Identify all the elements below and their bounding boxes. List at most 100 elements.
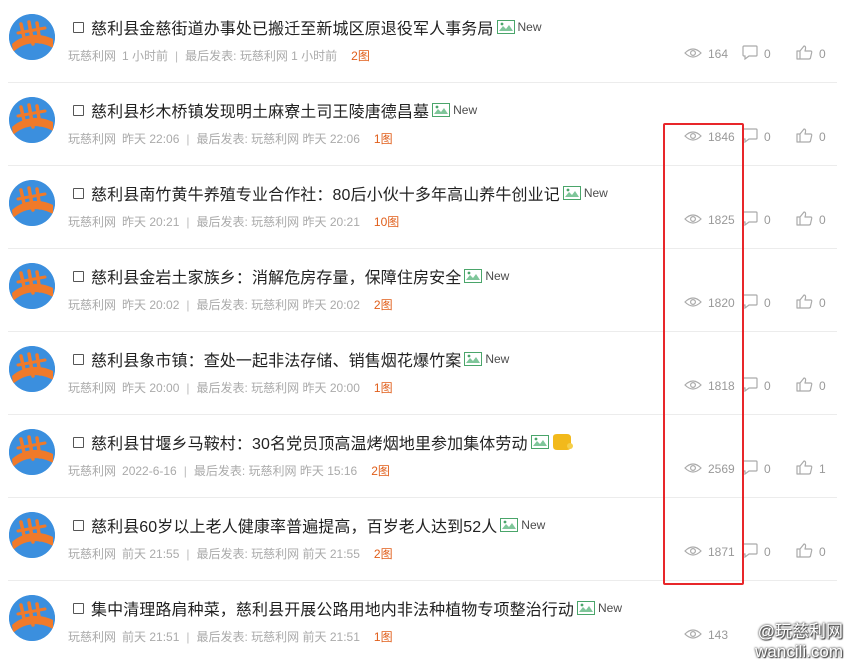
avatar[interactable] xyxy=(9,97,55,143)
image-icon xyxy=(500,518,519,532)
avatar[interactable] xyxy=(9,512,55,558)
view-count: 1871 xyxy=(708,545,735,559)
new-badge: New xyxy=(583,186,608,200)
comment-icon[interactable] xyxy=(742,460,764,478)
avatar[interactable] xyxy=(9,263,55,309)
reply-count: 0 xyxy=(764,130,771,144)
last-post[interactable]: 最后发表: 玩慈利网 昨天 20:21 xyxy=(197,213,360,230)
thread-time: 前天 21:51 xyxy=(122,630,180,644)
thread-title[interactable]: 慈利县象市镇：查处一起非法存储、销售烟花爆竹案 xyxy=(91,347,461,371)
avatar[interactable] xyxy=(9,429,55,475)
thread-list: 慈利县金慈街道办事处已搬迁至新城区原退役军人事务局 New 玩慈利网 1 小时前 | 最后… xyxy=(0,0,849,664)
avatar[interactable] xyxy=(9,346,55,392)
thread-time: 1 小时前 xyxy=(122,49,169,63)
picture-count: 2图 xyxy=(371,464,390,478)
comment-icon[interactable] xyxy=(742,211,764,229)
thumbs-up-icon[interactable] xyxy=(796,211,819,229)
thread-time: 昨天 20:21 xyxy=(122,215,180,229)
image-icon xyxy=(464,352,483,366)
thread-author[interactable]: 玩慈利网 xyxy=(68,47,116,64)
avatar[interactable] xyxy=(9,595,55,641)
thread-stats: 1818 0 0 xyxy=(684,377,826,395)
comment-icon[interactable] xyxy=(742,377,764,395)
picture-count: 2图 xyxy=(351,49,370,63)
eye-icon xyxy=(684,462,708,477)
thread-stats: 2569 0 1 xyxy=(684,460,826,478)
thumbs-up-icon[interactable] xyxy=(796,460,819,478)
thumbs-up-icon[interactable] xyxy=(796,543,819,561)
last-post[interactable]: 最后发表: 玩慈利网 前天 21:51 xyxy=(197,628,360,645)
eye-icon xyxy=(684,296,708,311)
thread-title[interactable]: 慈利县甘堰乡马鞍村：30名党员顶高温烤烟地里参加集体劳动 xyxy=(91,430,528,454)
picture-count: 1图 xyxy=(373,381,393,395)
thread-author[interactable]: 玩慈利网 xyxy=(68,213,116,230)
last-post[interactable]: 最后发表: 玩慈利网 前天 21:55 xyxy=(197,545,360,562)
new-badge: New xyxy=(598,601,623,615)
digest-badge-icon xyxy=(551,433,573,451)
thread-title[interactable]: 慈利县60岁以上老人健康率普遍提高，百岁老人达到52人 xyxy=(91,513,497,537)
image-icon xyxy=(432,103,451,117)
thread-time: 前天 21:55 xyxy=(122,547,180,561)
thread-title[interactable]: 慈利县杉木桥镇发现明土麻寮土司王陵唐德昌墓 xyxy=(91,98,429,122)
thread-row: 慈利县60岁以上老人健康率普遍提高，百岁老人达到52人 New 玩慈利网 前天 21:… xyxy=(0,498,849,581)
select-checkbox[interactable] xyxy=(73,436,84,448)
view-count: 143 xyxy=(708,628,729,642)
eye-icon xyxy=(684,213,708,228)
thumbs-up-icon[interactable] xyxy=(796,128,819,146)
thread-title[interactable]: 慈利县金岩土家族乡：消解危房存量，保障住房安全 xyxy=(91,264,461,288)
thread-row: 集中清理路肩种菜，慈利县开展公路用地内非法种植物专项整治行动 New 玩慈利网 前天 … xyxy=(0,581,849,664)
last-post[interactable]: 最后发表: 玩慈利网 1 小时前 xyxy=(185,47,337,64)
meta-divider: | xyxy=(186,131,190,146)
thread-author[interactable]: 玩慈利网 xyxy=(68,379,116,396)
thumbs-up-icon[interactable] xyxy=(796,45,819,63)
thumbs-up-icon[interactable] xyxy=(796,377,819,395)
comment-icon[interactable] xyxy=(742,294,764,312)
thread-stats: 1825 0 0 xyxy=(684,211,826,229)
watermark: @玩慈利网 wancili.com xyxy=(755,622,843,662)
meta-divider: | xyxy=(186,380,190,395)
thread-author[interactable]: 玩慈利网 xyxy=(68,462,116,479)
thread-author[interactable]: 玩慈利网 xyxy=(68,296,116,313)
last-post[interactable]: 最后发表: 玩慈利网 昨天 15:16 xyxy=(194,462,357,479)
thread-title[interactable]: 集中清理路肩种菜，慈利县开展公路用地内非法种植物专项整治行动 xyxy=(91,596,574,620)
thread-author[interactable]: 玩慈利网 xyxy=(68,545,116,562)
thumbs-up-icon[interactable] xyxy=(796,294,819,312)
image-icon xyxy=(496,20,515,34)
reply-count: 0 xyxy=(764,545,771,559)
view-count: 1825 xyxy=(708,213,735,227)
select-checkbox[interactable] xyxy=(73,519,84,531)
comment-icon[interactable] xyxy=(742,45,764,63)
thread-row: 慈利县南竹黄牛养殖专业合作社：80后小伙十多年高山养牛创业记 New 玩慈利网 昨天 … xyxy=(0,166,849,249)
like-count: 0 xyxy=(819,545,826,559)
new-badge: New xyxy=(521,518,546,532)
select-checkbox[interactable] xyxy=(73,602,84,614)
eye-icon xyxy=(684,628,708,643)
like-count: 0 xyxy=(819,296,826,310)
meta-divider: | xyxy=(175,48,179,63)
thread-author[interactable]: 玩慈利网 xyxy=(68,628,116,645)
last-post[interactable]: 最后发表: 玩慈利网 昨天 20:00 xyxy=(197,379,360,396)
avatar[interactable] xyxy=(9,14,55,60)
thread-title[interactable]: 慈利县金慈街道办事处已搬迁至新城区原退役军人事务局 xyxy=(91,15,494,39)
image-icon xyxy=(530,435,549,449)
comment-icon[interactable] xyxy=(742,543,764,561)
select-checkbox[interactable] xyxy=(73,187,84,199)
select-checkbox[interactable] xyxy=(73,21,84,33)
eye-icon xyxy=(684,47,708,62)
last-post[interactable]: 最后发表: 玩慈利网 昨天 22:06 xyxy=(197,130,360,147)
watermark-domain: wancili.com xyxy=(755,642,843,661)
select-checkbox[interactable] xyxy=(73,353,84,365)
comment-icon[interactable] xyxy=(742,128,764,146)
thread-title[interactable]: 慈利县南竹黄牛养殖专业合作社：80后小伙十多年高山养牛创业记 xyxy=(91,181,560,205)
like-count: 1 xyxy=(819,462,826,476)
thread-row: 慈利县象市镇：查处一起非法存储、销售烟花爆竹案 New 玩慈利网 昨天 20:00 | 最… xyxy=(0,332,849,415)
like-count: 0 xyxy=(819,130,826,144)
thread-author[interactable]: 玩慈利网 xyxy=(68,130,116,147)
last-post[interactable]: 最后发表: 玩慈利网 昨天 20:02 xyxy=(197,296,360,313)
eye-icon xyxy=(684,545,708,560)
select-checkbox[interactable] xyxy=(73,104,84,116)
avatar[interactable] xyxy=(9,180,55,226)
select-checkbox[interactable] xyxy=(73,270,84,282)
view-count: 164 xyxy=(708,47,729,61)
eye-icon xyxy=(684,130,708,145)
